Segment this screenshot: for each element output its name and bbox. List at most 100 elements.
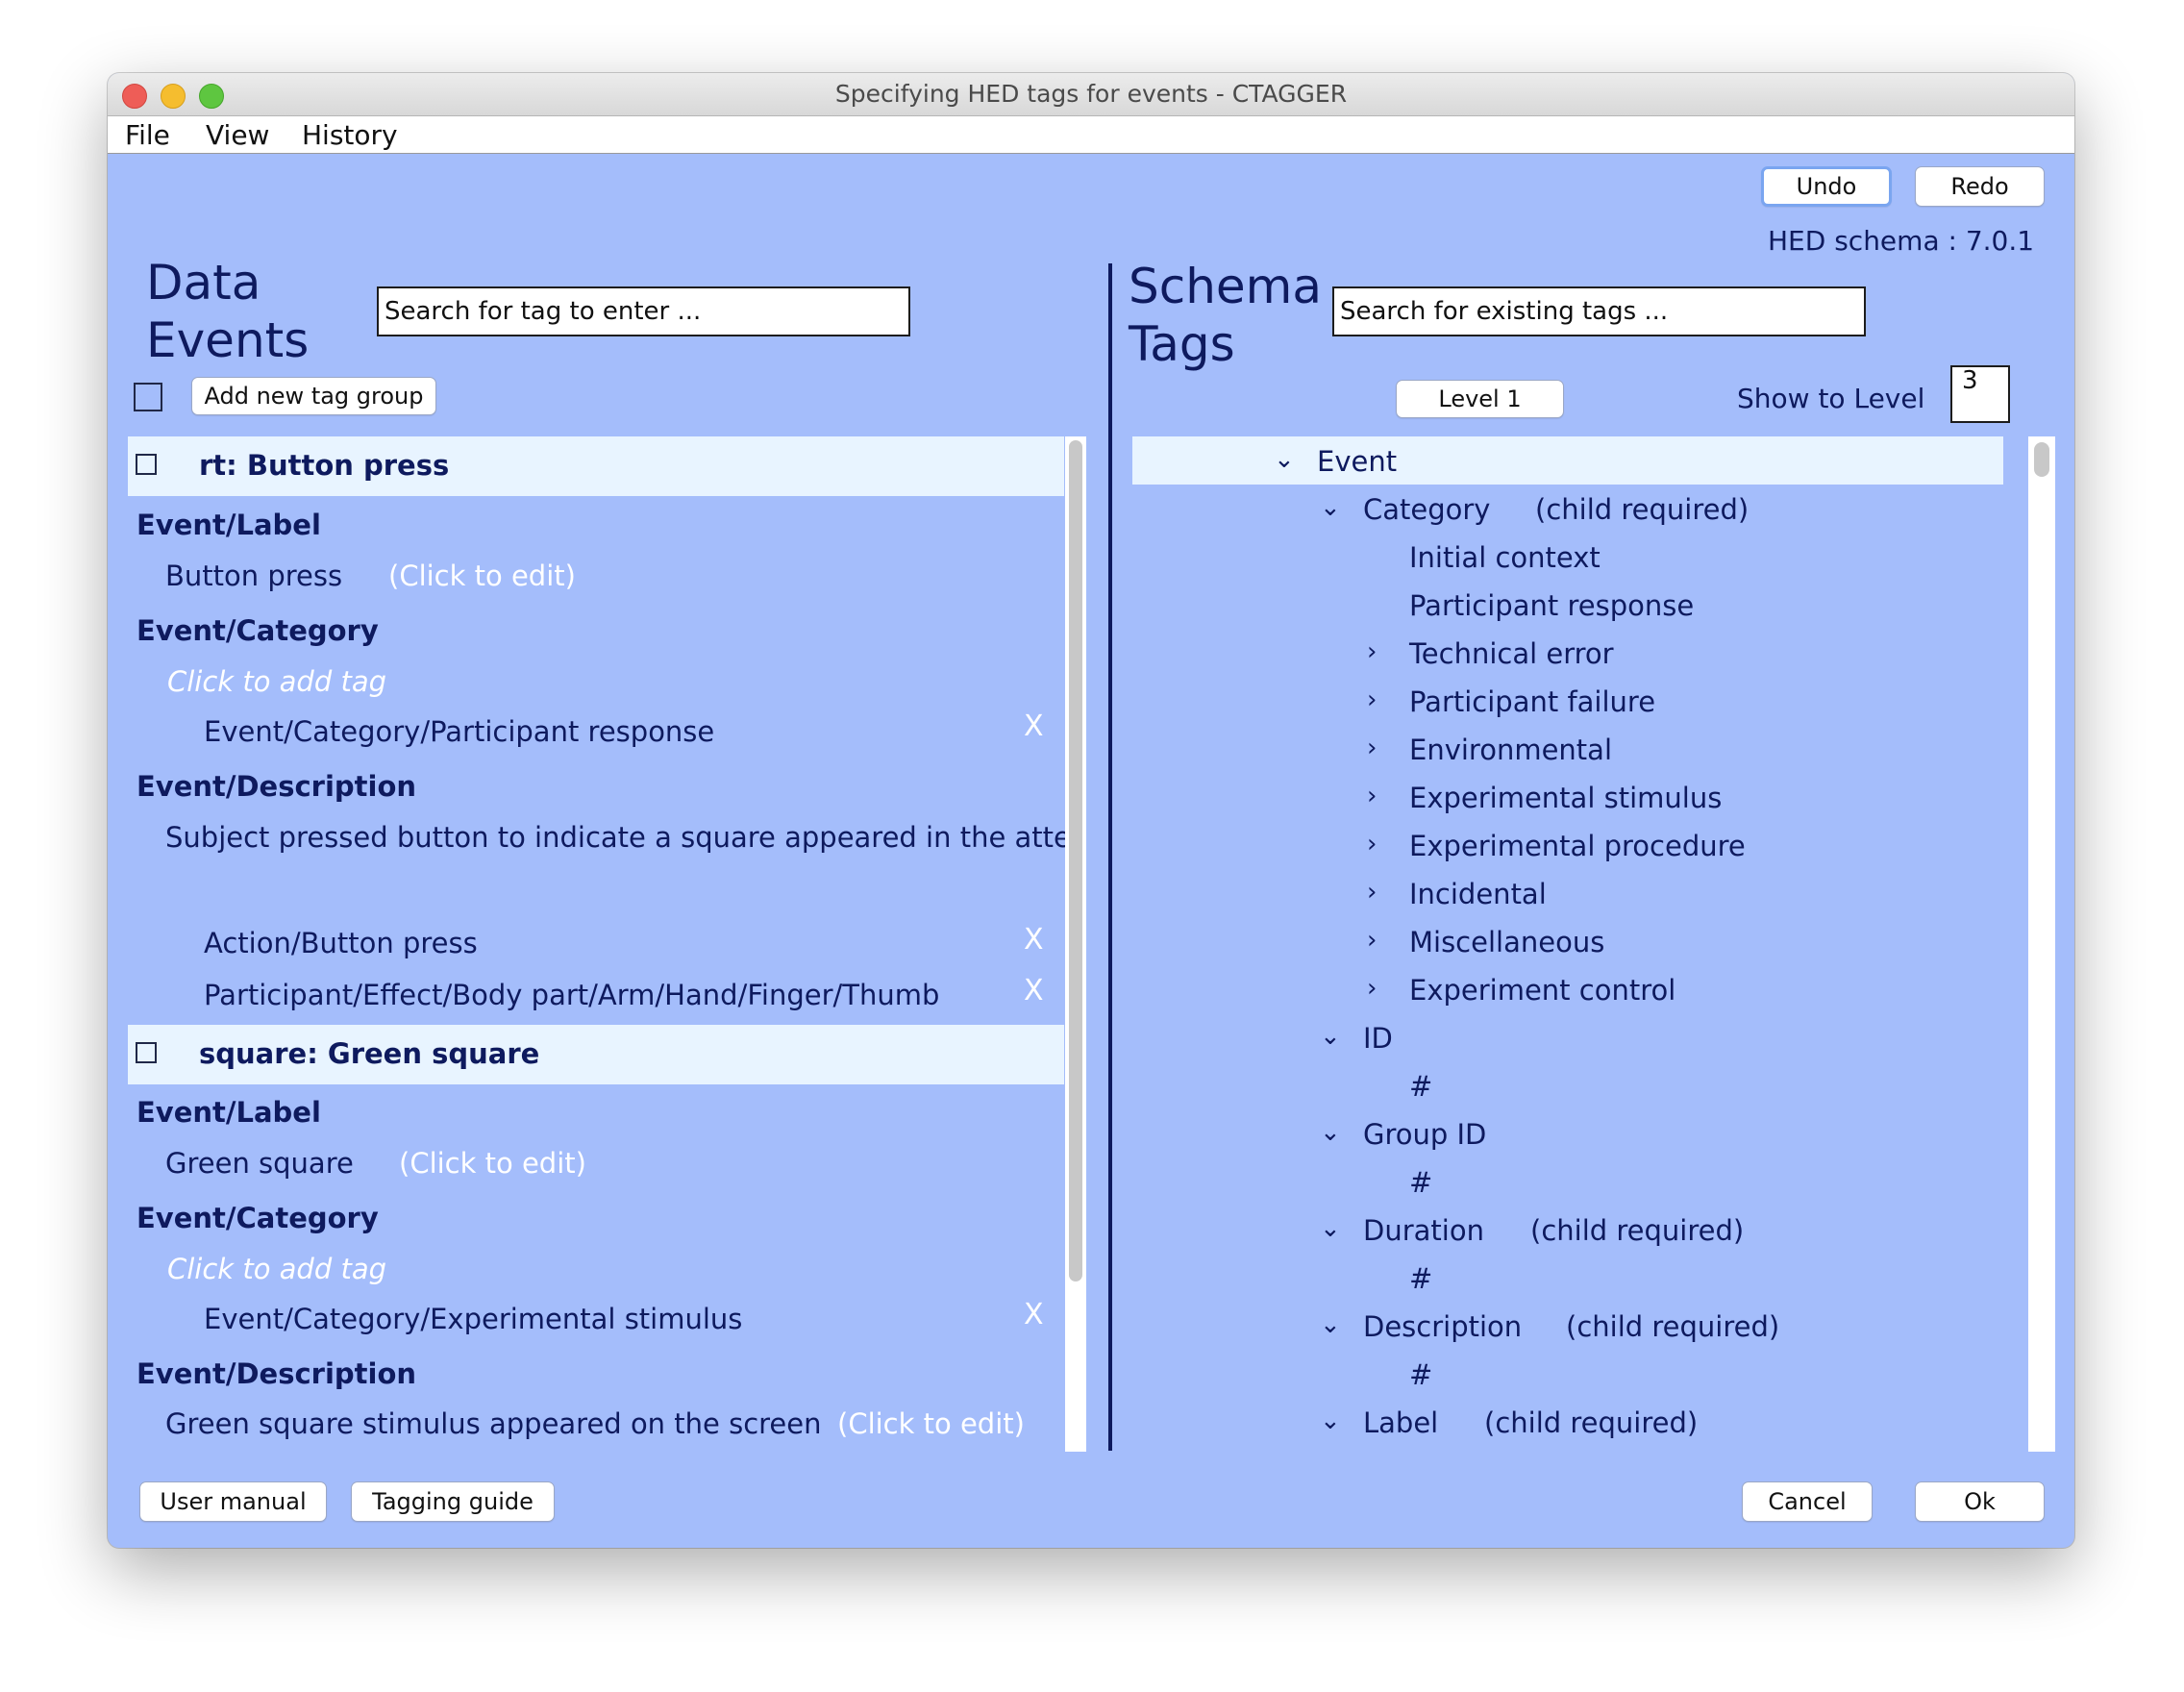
tree-node-group-id[interactable]: Group ID [1363, 1118, 1486, 1151]
event-checkbox[interactable] [136, 1042, 157, 1063]
tree-node[interactable]: Miscellaneous [1409, 926, 1604, 958]
tag-entry: Action/Button press [204, 927, 478, 959]
click-to-edit-link[interactable]: (Click to edit) [399, 1147, 586, 1180]
tree-node[interactable]: Participant failure [1409, 685, 1655, 718]
event-label-value: Green square [165, 1147, 354, 1180]
tree-node[interactable]: Participant response [1409, 589, 1694, 622]
remove-tag-icon[interactable]: X [1024, 1298, 1044, 1331]
schema-tags-heading-line2: Tags [1129, 316, 1235, 372]
tree-row-selected[interactable] [1132, 436, 2003, 485]
show-to-level-input[interactable]: 3 [1950, 365, 2010, 423]
redo-button[interactable]: Redo [1915, 166, 2045, 207]
section-category: Event/Category [136, 1202, 379, 1234]
tree-node[interactable]: Initial context [1409, 541, 1601, 574]
ok-button[interactable]: Ok [1915, 1481, 2045, 1522]
add-tag-group-button[interactable]: Add new tag group [191, 377, 436, 415]
chevron-right-icon[interactable]: › [1367, 878, 1377, 907]
schema-search-input[interactable]: Search for existing tags ... [1332, 286, 1866, 336]
event-header-label: square: Green square [199, 1037, 540, 1070]
child-required-note: (child required) [1484, 1406, 1699, 1439]
schema-scrollbar-thumb[interactable] [2034, 442, 2049, 477]
tree-node[interactable]: Technical error [1409, 637, 1614, 670]
tree-node-event[interactable]: Event [1317, 445, 1397, 478]
tagging-guide-button[interactable]: Tagging guide [351, 1481, 555, 1522]
event-description-value: Green square stimulus appeared on the sc… [165, 1407, 822, 1440]
child-required-note: (child required) [1535, 493, 1750, 526]
tree-node[interactable]: Incidental [1409, 878, 1547, 910]
menu-view[interactable]: View [206, 116, 269, 153]
chevron-down-icon[interactable]: ⌄ [1320, 493, 1341, 522]
event-description-value: Subject pressed button to indicate a squ… [165, 821, 1089, 854]
menu-history[interactable]: History [302, 116, 398, 153]
event-header-row[interactable]: rt: Button press [128, 436, 1064, 496]
menu-file[interactable]: File [125, 116, 170, 153]
tree-node[interactable]: Experiment control [1409, 974, 1675, 1007]
click-to-edit-link[interactable]: (Click to edit) [388, 560, 576, 592]
tree-node-placeholder[interactable]: # [1409, 1070, 1432, 1103]
child-required-note: (child required) [1530, 1214, 1745, 1247]
tree-node[interactable]: Experimental stimulus [1409, 782, 1722, 814]
chevron-right-icon[interactable]: › [1367, 685, 1377, 714]
tree-node-category[interactable]: Category [1363, 493, 1490, 526]
data-events-heading-line1: Data [146, 255, 261, 311]
tree-node-placeholder[interactable]: # [1409, 1262, 1432, 1295]
section-description: Event/Description [136, 1357, 417, 1390]
tree-node-description[interactable]: Description [1363, 1310, 1522, 1343]
chevron-down-icon[interactable]: ⌄ [1320, 1214, 1341, 1243]
schema-scrollbar[interactable] [2028, 436, 2055, 1452]
chevron-right-icon[interactable]: › [1367, 637, 1377, 666]
tree-node[interactable]: Environmental [1409, 734, 1612, 766]
tree-node-placeholder[interactable]: # [1409, 1358, 1432, 1391]
schema-version: HED schema : 7.0.1 [1768, 225, 2035, 257]
data-events-heading-line2: Events [146, 312, 310, 368]
level-1-button[interactable]: Level 1 [1396, 380, 1564, 418]
undo-button[interactable]: Undo [1761, 166, 1892, 207]
click-to-add-tag-link[interactable]: Click to add tag [167, 665, 386, 698]
tag-entry: Participant/Effect/Body part/Arm/Hand/Fi… [204, 979, 940, 1011]
select-all-checkbox[interactable] [134, 383, 162, 411]
remove-tag-icon[interactable]: X [1024, 923, 1044, 957]
child-required-note: (child required) [1566, 1310, 1780, 1343]
tag-entry: Event/Category/Participant response [204, 715, 715, 748]
chevron-right-icon[interactable]: › [1367, 830, 1377, 858]
menu-bar: File View History [108, 116, 2074, 154]
event-checkbox[interactable] [136, 454, 157, 475]
event-label-value: Button press [165, 560, 343, 592]
chevron-down-icon[interactable]: ⌄ [1320, 1310, 1341, 1339]
window-title: Specifying HED tags for events - CTAGGER [834, 80, 1348, 108]
events-scrollbar[interactable] [1065, 436, 1086, 1452]
section-label: Event/Label [136, 509, 321, 541]
chevron-right-icon[interactable]: › [1367, 782, 1377, 810]
tree-node-label[interactable]: Label [1363, 1406, 1438, 1439]
click-to-add-tag-link[interactable]: Click to add tag [167, 1253, 386, 1285]
click-to-edit-link[interactable]: (Click to edit) [837, 1407, 1025, 1440]
section-category: Event/Category [136, 614, 379, 647]
section-label: Event/Label [136, 1096, 321, 1129]
tree-node-id[interactable]: ID [1363, 1022, 1393, 1055]
tree-node-placeholder[interactable]: # [1409, 1166, 1432, 1199]
tag-entry-search-input[interactable]: Search for tag to enter ... [377, 286, 910, 336]
schema-tags-heading-line1: Schema [1129, 259, 1323, 314]
tree-node[interactable]: Experimental procedure [1409, 830, 1746, 862]
app-window: Specifying HED tags for events - CTAGGER… [108, 73, 2074, 1548]
panel-divider [1108, 263, 1112, 1451]
event-header-row[interactable]: square: Green square [128, 1025, 1064, 1084]
chevron-down-icon[interactable]: ⌄ [1274, 445, 1295, 474]
events-scrollbar-thumb[interactable] [1069, 440, 1082, 1281]
show-to-level-label: Show to Level [1737, 383, 1925, 414]
chevron-down-icon[interactable]: ⌄ [1320, 1022, 1341, 1051]
event-header-label: rt: Button press [199, 449, 450, 482]
cancel-button[interactable]: Cancel [1742, 1481, 1873, 1522]
chevron-down-icon[interactable]: ⌄ [1320, 1118, 1341, 1147]
section-description: Event/Description [136, 770, 417, 803]
tag-entry: Event/Category/Experimental stimulus [204, 1303, 743, 1335]
remove-tag-icon[interactable]: X [1024, 974, 1044, 1008]
chevron-right-icon[interactable]: › [1367, 926, 1377, 955]
chevron-right-icon[interactable]: › [1367, 734, 1377, 762]
title-bar: Specifying HED tags for events - CTAGGER [108, 73, 2074, 116]
chevron-right-icon[interactable]: › [1367, 974, 1377, 1003]
tree-node-duration[interactable]: Duration [1363, 1214, 1484, 1247]
chevron-down-icon[interactable]: ⌄ [1320, 1406, 1341, 1435]
user-manual-button[interactable]: User manual [139, 1481, 327, 1522]
remove-tag-icon[interactable]: X [1024, 709, 1044, 743]
